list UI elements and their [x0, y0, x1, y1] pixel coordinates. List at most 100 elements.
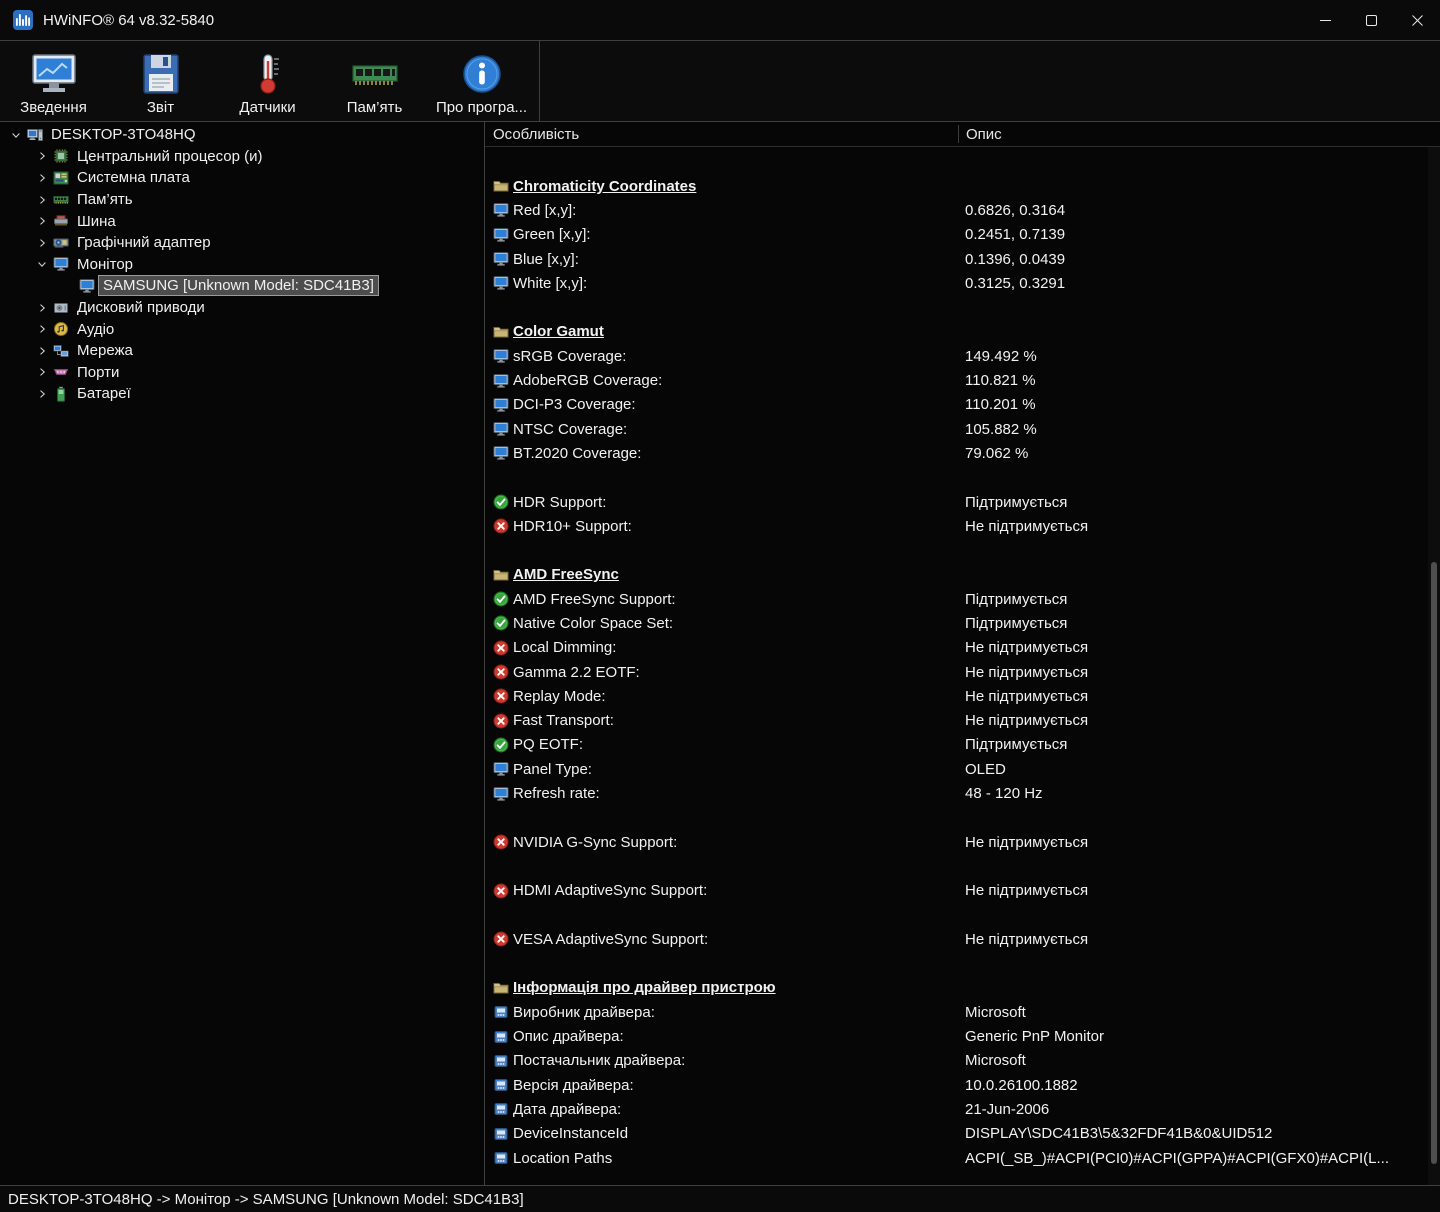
feature-cell: Gamma 2.2 EOTF:	[485, 664, 965, 681]
property-value: 149.492 %	[965, 347, 1037, 365]
property-row[interactable]: Fast Transport: Не підтримується	[485, 709, 1440, 733]
section-row[interactable]: AMD FreeSync	[485, 563, 1440, 587]
feature-cell: Color Gamut	[485, 323, 965, 340]
toolbar-button-memory[interactable]: Пам’ять	[321, 41, 428, 121]
tree-item-disk-drives[interactable]: Дисковий приводи	[0, 297, 484, 319]
property-value: Не підтримується	[965, 639, 1089, 657]
property-row[interactable]: Red [x,y]: 0.6826, 0.3164	[485, 198, 1440, 222]
property-row[interactable]: Local Dimming: Не підтримується	[485, 636, 1440, 660]
property-label: DCI-P3 Coverage:	[513, 396, 636, 414]
feature-cell: AdobeRGB Coverage:	[485, 372, 965, 389]
cross-icon	[493, 931, 509, 947]
property-row[interactable]: HDR Support: Підтримується	[485, 490, 1440, 514]
property-row[interactable]: DeviceInstanceId DISPLAY\SDC41B3\5&32FDF4…	[485, 1122, 1440, 1146]
property-row[interactable]: Gamma 2.2 EOTF: Не підтримується	[485, 660, 1440, 684]
tree-item-batteries[interactable]: Батареї	[0, 383, 484, 405]
tree-item-audio[interactable]: Аудіо	[0, 318, 484, 340]
property-row[interactable]: NVIDIA G-Sync Support: Не підтримується	[485, 830, 1440, 854]
property-row[interactable]: Location Paths ACPI(_SB_)#ACPI(PCI0)#ACPI…	[485, 1146, 1440, 1170]
spacer-row	[485, 466, 1440, 490]
property-value: 79.062 %	[965, 444, 1029, 462]
tree-item-samsung-sdc41b3[interactable]: SAMSUNG [Unknown Model: SDC41B3]	[0, 275, 484, 297]
property-row[interactable]: PQ EOTF: Підтримується	[485, 733, 1440, 757]
property-row[interactable]: Native Color Space Set: Підтримується	[485, 611, 1440, 635]
feature-cell: Red [x,y]:	[485, 202, 965, 219]
property-row[interactable]: Blue [x,y]: 0.1396, 0.0439	[485, 247, 1440, 271]
feature-cell: Дата драйвера:	[485, 1101, 965, 1118]
tree-item-label: Шина	[77, 212, 116, 230]
property-row[interactable]: HDMI AdaptiveSync Support: Не підтримуєть…	[485, 879, 1440, 903]
chevron-down-icon[interactable]	[8, 127, 24, 143]
column-header-description[interactable]: Опис	[958, 126, 1002, 143]
property-label: DeviceInstanceId	[513, 1125, 629, 1143]
property-row[interactable]: Refresh rate: 48 - 120 Hz	[485, 781, 1440, 805]
chevron-right-icon[interactable]	[34, 170, 50, 186]
property-row[interactable]: Panel Type: OLED	[485, 757, 1440, 781]
chevron-right-icon[interactable]	[34, 235, 50, 251]
chevron-right-icon[interactable]	[34, 148, 50, 164]
spacer-row	[485, 854, 1440, 878]
property-row[interactable]: Постачальник драйвера: Microsoft	[485, 1049, 1440, 1073]
details-scrollbar[interactable]	[1428, 147, 1440, 1185]
tree-item-gpu[interactable]: Графічний адаптер	[0, 232, 484, 254]
toolbar-button-about[interactable]: Про програ...	[428, 41, 535, 121]
property-label: HDR Support:	[513, 493, 607, 511]
feature-cell: Blue [x,y]:	[485, 251, 965, 268]
scrollbar-thumb[interactable]	[1431, 562, 1437, 1165]
property-row[interactable]: sRGB Coverage: 149.492 %	[485, 344, 1440, 368]
tree-item-memory[interactable]: Пам’ять	[0, 189, 484, 211]
feature-cell: VESA AdaptiveSync Support:	[485, 931, 965, 948]
maximize-button[interactable]	[1348, 0, 1394, 40]
property-row[interactable]: Версія драйвера: 10.0.26100.1882	[485, 1073, 1440, 1097]
property-row[interactable]: Replay Mode: Не підтримується	[485, 684, 1440, 708]
property-row[interactable]: AdobeRGB Coverage: 110.821 %	[485, 368, 1440, 392]
property-row[interactable]: Green [x,y]: 0.2451, 0.7139	[485, 223, 1440, 247]
feature-cell: PQ EOTF:	[485, 736, 965, 753]
property-row[interactable]: Опис драйвера: Generic PnP Monitor	[485, 1024, 1440, 1048]
monitor-icon	[493, 275, 509, 291]
property-value: Microsoft	[965, 1003, 1026, 1021]
section-row[interactable]: Color Gamut	[485, 320, 1440, 344]
chevron-right-icon[interactable]	[34, 343, 50, 359]
section-row[interactable]: Інформація про драйвер пристрою	[485, 976, 1440, 1000]
chevron-right-icon[interactable]	[34, 364, 50, 380]
feature-cell: Refresh rate:	[485, 785, 965, 802]
tree-item-monitor[interactable]: Монітор	[0, 254, 484, 276]
chevron-right-icon[interactable]	[34, 321, 50, 337]
tree-item-desktop-root[interactable]: DESKTOP-3TO48HQ	[0, 124, 484, 146]
property-label: Blue [x,y]:	[513, 250, 579, 268]
chevron-right-icon[interactable]	[34, 386, 50, 402]
toolbar-button-sensors[interactable]: Датчики	[214, 41, 321, 121]
property-row[interactable]: Дата драйвера: 21-Jun-2006	[485, 1097, 1440, 1121]
property-row[interactable]: Виробник драйвера: Microsoft	[485, 1000, 1440, 1024]
close-button[interactable]	[1394, 0, 1440, 40]
column-resize-handle[interactable]	[958, 125, 959, 143]
property-row[interactable]: White [x,y]: 0.3125, 0.3291	[485, 271, 1440, 295]
tree-item-ports[interactable]: Порти	[0, 362, 484, 384]
property-row[interactable]: BT.2020 Coverage: 79.062 %	[485, 441, 1440, 465]
monitor-icon	[53, 256, 69, 272]
feature-cell: HDR Support:	[485, 494, 965, 511]
chevron-right-icon[interactable]	[34, 300, 50, 316]
feature-cell: AMD FreeSync Support:	[485, 591, 965, 608]
chevron-right-icon[interactable]	[34, 213, 50, 229]
property-row[interactable]: VESA AdaptiveSync Support: Не підтримуєть…	[485, 927, 1440, 951]
tree-item-bus[interactable]: Шина	[0, 210, 484, 232]
property-row[interactable]: HDR10+ Support: Не підтримується	[485, 514, 1440, 538]
chevron-down-icon[interactable]	[34, 256, 50, 272]
driver-icon	[493, 1004, 509, 1020]
toolbar-button-report[interactable]: Звіт	[107, 41, 214, 121]
property-value: 21-Jun-2006	[965, 1100, 1050, 1118]
chevron-right-icon[interactable]	[34, 192, 50, 208]
tree-item-cpu[interactable]: Центральний процесор (и)	[0, 146, 484, 168]
property-row[interactable]: AMD FreeSync Support: Підтримується	[485, 587, 1440, 611]
section-row[interactable]: Chromaticity Coordinates	[485, 174, 1440, 198]
toolbar-button-summary[interactable]: Зведення	[0, 41, 107, 121]
property-row[interactable]: DCI-P3 Coverage: 110.201 %	[485, 393, 1440, 417]
minimize-button[interactable]	[1302, 0, 1348, 40]
tree-item-motherboard[interactable]: Системна плата	[0, 167, 484, 189]
column-header-feature[interactable]: Особливість	[485, 126, 958, 143]
property-row[interactable]: NTSC Coverage: 105.882 %	[485, 417, 1440, 441]
tree-item-network[interactable]: Мережа	[0, 340, 484, 362]
property-value: 110.821 %	[965, 372, 1036, 390]
